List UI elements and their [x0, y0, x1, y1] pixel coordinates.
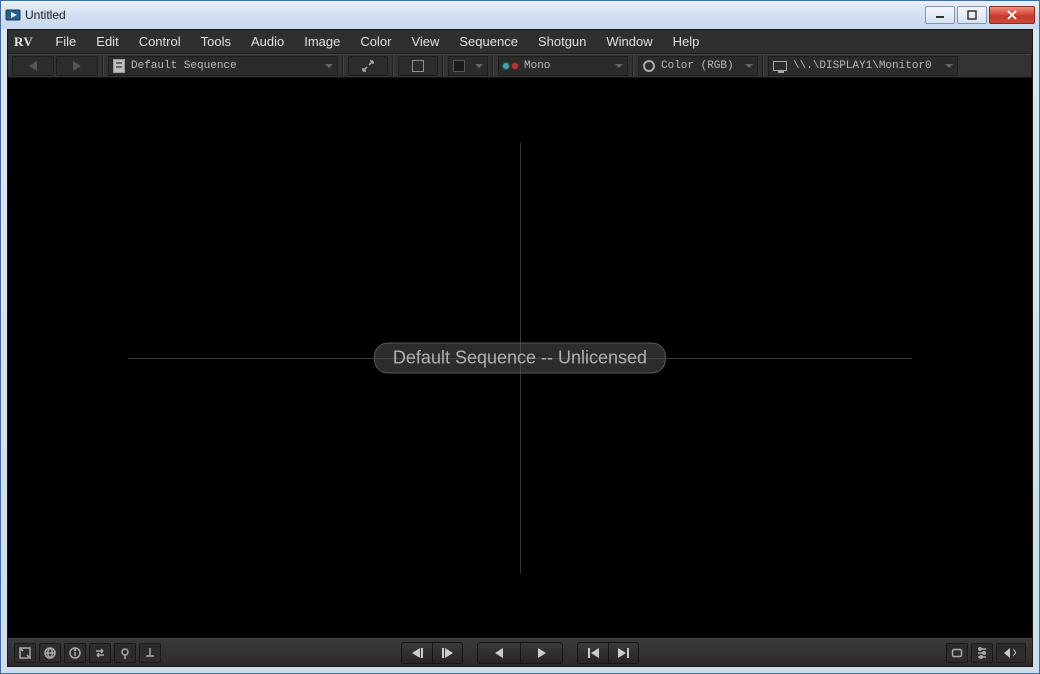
play-right-icon: [538, 648, 546, 658]
bottom-right-controls: [946, 643, 1026, 663]
playback-controls: [401, 642, 639, 664]
fit-tool-button[interactable]: [348, 56, 388, 76]
mark-out-icon: [143, 646, 157, 660]
chevron-down-icon: [475, 64, 483, 68]
rv-logo: RV: [14, 34, 33, 50]
stereo-mode-selector[interactable]: Mono: [498, 56, 628, 76]
color-mode-selector[interactable]: Color (RGB): [638, 56, 758, 76]
menu-image[interactable]: Image: [294, 31, 350, 52]
settings-button[interactable]: [971, 643, 993, 663]
menu-view[interactable]: View: [401, 31, 449, 52]
app-body: RV File Edit Control Tools Audio Image C…: [7, 29, 1033, 667]
globe-icon: [43, 646, 57, 660]
loop-icon: [950, 646, 964, 660]
menu-shotgun[interactable]: Shotgun: [528, 31, 596, 52]
document-icon: [113, 59, 125, 73]
stereo-dots-icon: [503, 63, 518, 69]
viewport-center-label: Default Sequence -- Unlicensed: [374, 343, 666, 374]
window-title: Untitled: [25, 8, 66, 22]
stereo-mode-label: Mono: [524, 60, 550, 72]
timeline-icon: [118, 646, 132, 660]
menu-file[interactable]: File: [45, 31, 86, 52]
color-mode-label: Color (RGB): [661, 60, 734, 72]
triangle-left-icon: [412, 648, 420, 658]
triangle-right-icon: [445, 648, 453, 658]
menu-color[interactable]: Color: [350, 31, 401, 52]
menu-tools[interactable]: Tools: [191, 31, 241, 52]
volume-button[interactable]: [996, 643, 1026, 663]
menu-audio[interactable]: Audio: [241, 31, 294, 52]
resize-arrows-icon: [361, 59, 375, 73]
nav-forward-button[interactable]: [56, 56, 98, 76]
play-forward-button[interactable]: [520, 643, 562, 663]
swap-arrows-icon: [93, 646, 107, 660]
menu-edit[interactable]: Edit: [86, 31, 128, 52]
sequence-selector-label: Default Sequence: [131, 60, 237, 72]
maximize-button[interactable]: [957, 6, 987, 24]
timeline-button[interactable]: [114, 643, 136, 663]
display-device-label: \\.\DISPLAY1\Monitor0: [793, 60, 932, 72]
menu-help[interactable]: Help: [663, 31, 710, 52]
menubar: RV File Edit Control Tools Audio Image C…: [8, 30, 1032, 54]
arrow-left-icon: [29, 61, 37, 71]
step-back-button[interactable]: [402, 643, 432, 663]
chevron-down-icon: [745, 64, 753, 68]
nav-back-button[interactable]: [12, 56, 54, 76]
sliders-icon: [975, 646, 989, 660]
bg-color-selector[interactable]: [448, 56, 488, 76]
window-controls: [925, 6, 1035, 24]
swap-button[interactable]: [89, 643, 111, 663]
close-button[interactable]: [989, 6, 1035, 24]
square-solid-icon: [453, 60, 465, 72]
menu-window[interactable]: Window: [596, 31, 662, 52]
loop-button[interactable]: [946, 643, 968, 663]
mark-out-button[interactable]: [139, 643, 161, 663]
play-reverse-button[interactable]: [478, 643, 520, 663]
app-icon: [5, 7, 21, 23]
display-device-selector[interactable]: \\.\DISPLAY1\Monitor0: [768, 56, 958, 76]
menu-sequence[interactable]: Sequence: [449, 31, 528, 52]
viewport[interactable]: Default Sequence -- Unlicensed: [8, 78, 1032, 638]
color-ring-icon: [643, 60, 655, 72]
square-outline-icon: [412, 60, 424, 72]
chevron-down-icon: [325, 64, 333, 68]
chevron-down-icon: [615, 64, 623, 68]
step-forward-button[interactable]: [432, 643, 462, 663]
skip-start-icon: [591, 648, 599, 658]
monitor-icon: [773, 61, 787, 71]
app-window: Untitled RV File Edit Control Tools Audi…: [0, 0, 1040, 674]
fullscreen-icon: [18, 646, 32, 660]
globe-button[interactable]: [39, 643, 61, 663]
fullscreen-button[interactable]: [14, 643, 36, 663]
go-to-start-button[interactable]: [578, 643, 608, 663]
frame-outline-button[interactable]: [398, 56, 438, 76]
bottombar: [8, 638, 1032, 666]
toolbar: Default Sequence: [8, 54, 1032, 78]
info-button[interactable]: [64, 643, 86, 663]
info-icon: [68, 646, 82, 660]
go-to-end-button[interactable]: [608, 643, 638, 663]
menu-control[interactable]: Control: [129, 31, 191, 52]
play-left-icon: [495, 648, 503, 658]
minimize-button[interactable]: [925, 6, 955, 24]
chevron-down-icon: [945, 64, 953, 68]
volume-icon: [1004, 648, 1016, 658]
arrow-right-icon: [73, 61, 81, 71]
titlebar: Untitled: [1, 1, 1039, 29]
skip-end-icon: [618, 648, 626, 658]
sequence-selector[interactable]: Default Sequence: [108, 56, 338, 76]
